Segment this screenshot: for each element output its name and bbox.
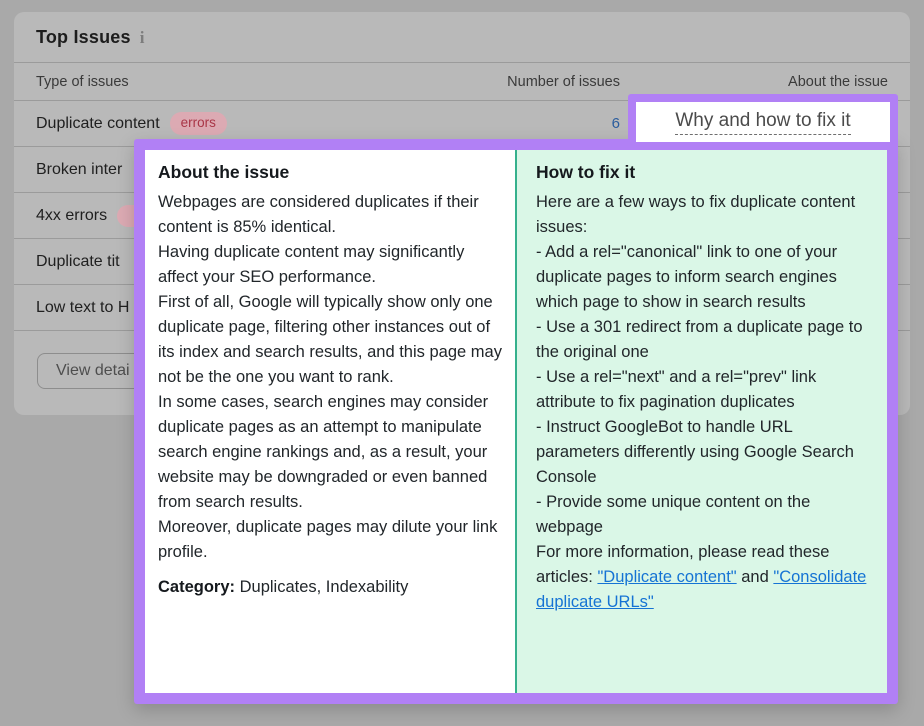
column-type-of-issues: Type of issues <box>36 74 129 90</box>
panel-header: Top Issues i <box>14 12 910 62</box>
issue-info-popup: About the issue Webpages are considered … <box>134 139 898 704</box>
fix-body-main: Here are a few ways to fix duplicate con… <box>536 193 863 586</box>
category-label: Category: <box>158 578 235 596</box>
issue-count[interactable]: 6 <box>612 115 620 132</box>
about-the-issue-pane: About the issue Webpages are considered … <box>145 150 515 693</box>
view-details-button[interactable]: View detai <box>37 353 149 389</box>
column-number-of-issues: Number of issues <box>507 74 620 90</box>
why-link-highlight-frame: Why and how to fix it <box>628 94 898 150</box>
how-to-fix-pane: How to fix it Here are a few ways to fix… <box>515 150 887 693</box>
issue-label: Duplicate content <box>36 115 160 133</box>
duplicate-content-article-link[interactable]: "Duplicate content" <box>597 568 736 586</box>
about-heading: About the issue <box>158 162 506 183</box>
why-and-how-to-fix-link[interactable]: Why and how to fix it <box>675 110 850 135</box>
info-icon[interactable]: i <box>140 29 145 46</box>
fix-body-text: Here are a few ways to fix duplicate con… <box>536 190 880 615</box>
errors-badge: errors <box>170 112 227 134</box>
issue-label: Duplicate tit <box>36 253 120 271</box>
category-line: Category: Duplicates, Indexability <box>158 578 506 597</box>
issue-label: Broken inter <box>36 161 122 179</box>
why-link-box: Why and how to fix it <box>636 102 890 142</box>
panel-title: Top Issues <box>36 27 131 48</box>
category-value: Duplicates, Indexability <box>235 578 408 596</box>
links-connector: and <box>737 568 774 586</box>
issue-label: 4xx errors <box>36 207 107 225</box>
about-body-text: Webpages are considered duplicates if th… <box>158 190 506 565</box>
column-about-the-issue: About the issue <box>788 74 888 90</box>
fix-heading: How to fix it <box>536 162 880 183</box>
issue-label: Low text to H <box>36 299 129 317</box>
